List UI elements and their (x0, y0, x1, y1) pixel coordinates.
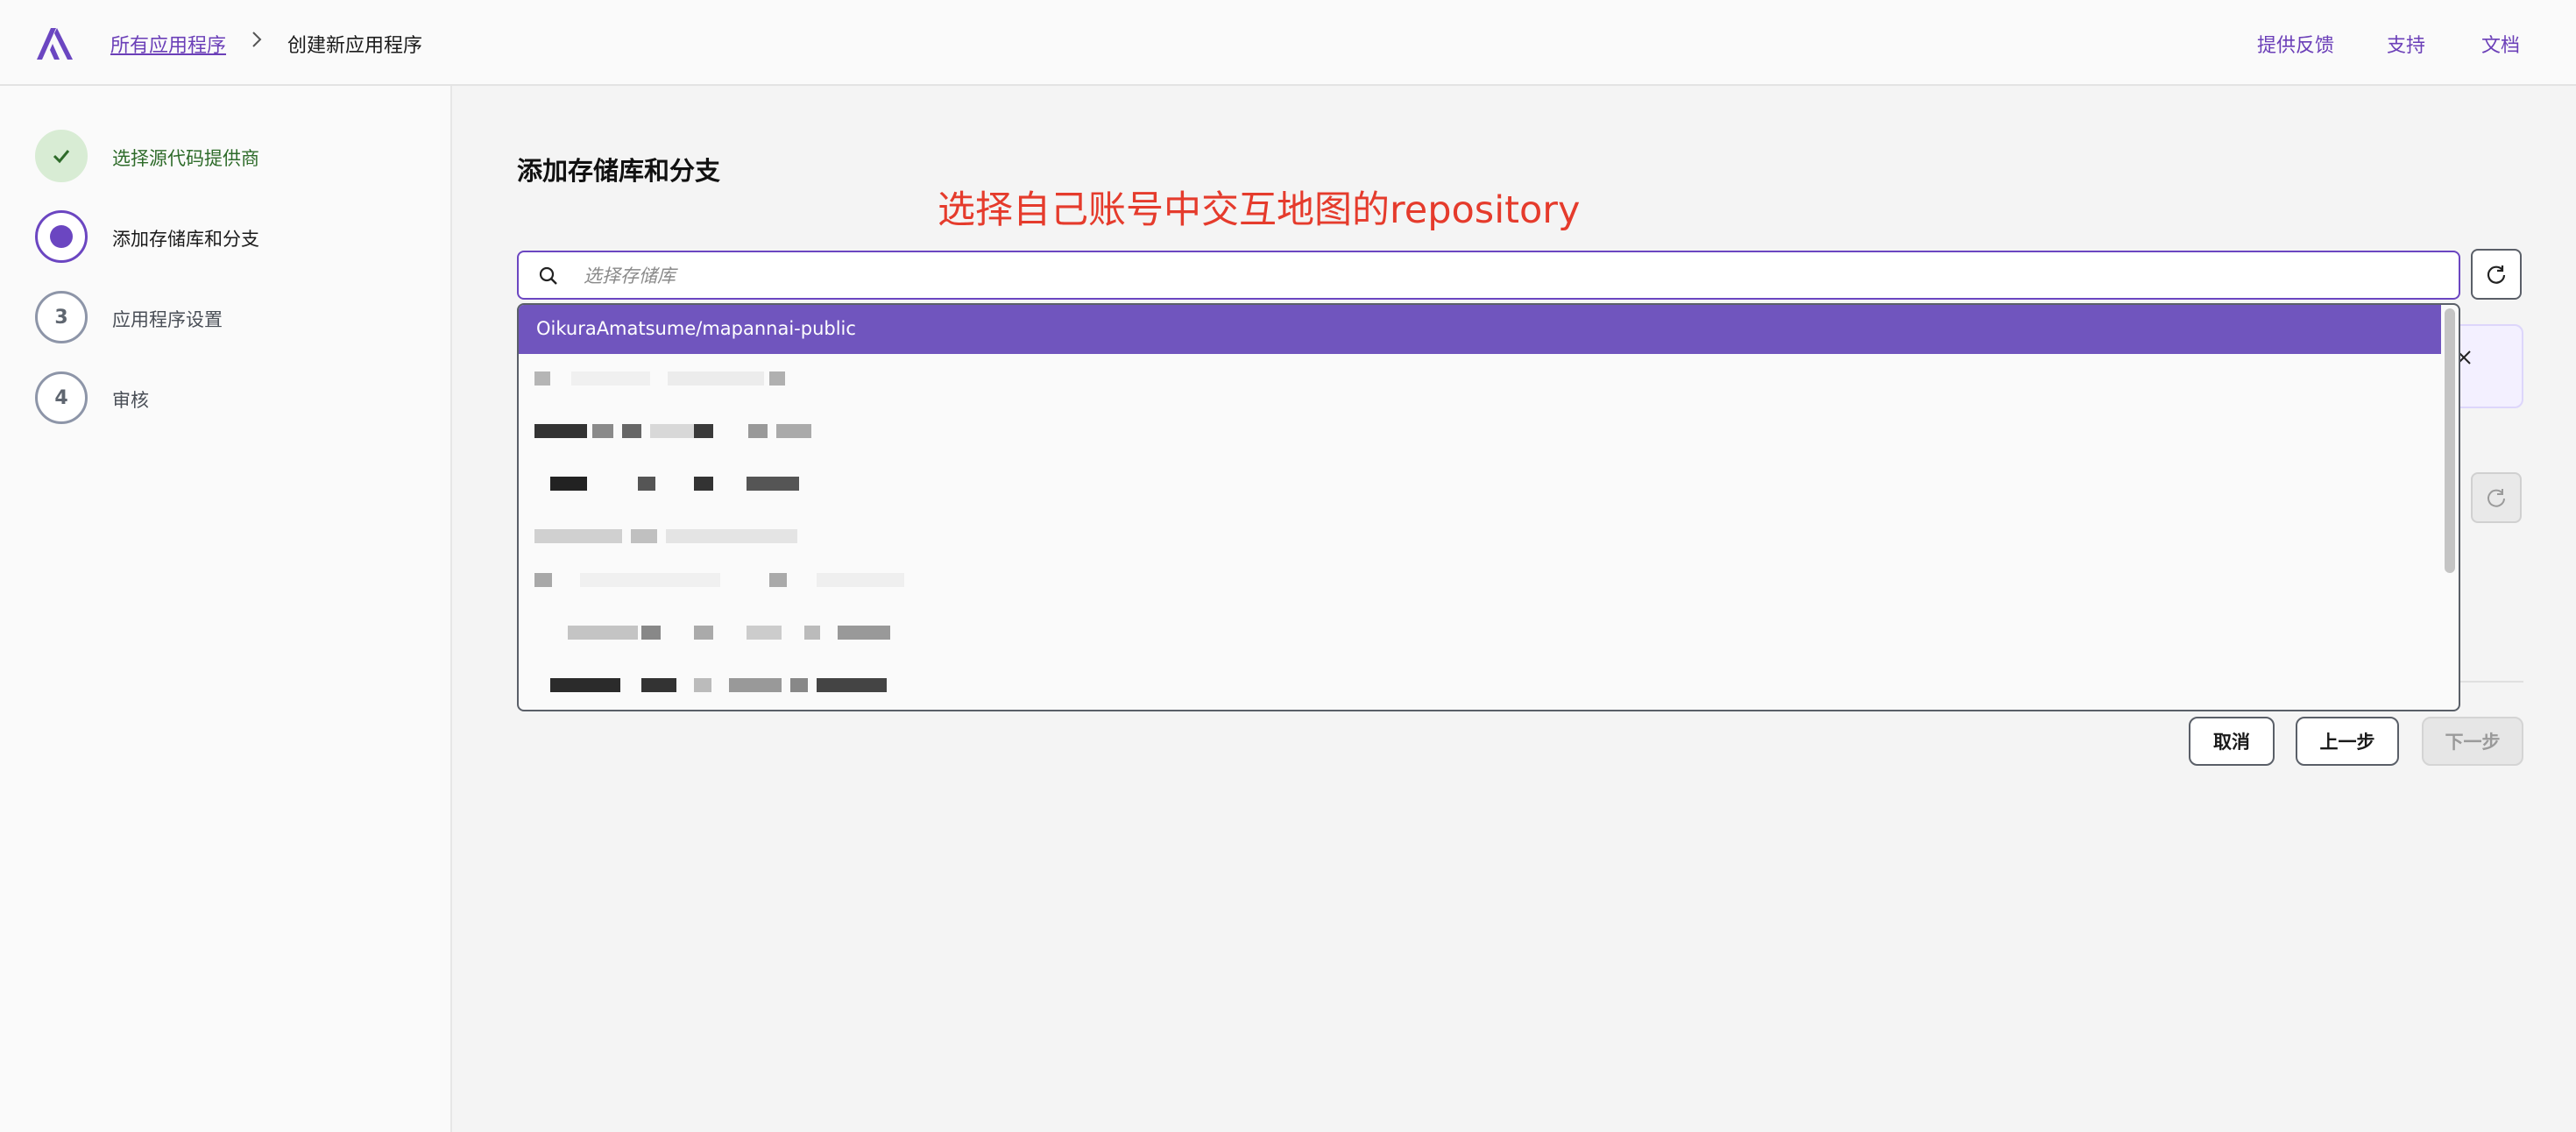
step-2-label: 添加存储库和分支 (112, 229, 259, 250)
step-review[interactable]: 4 审核 (35, 371, 403, 424)
repository-option-label: OikuraAmatsume/mapannai-public (536, 318, 856, 339)
page-title: 添加存储库和分支 (517, 156, 721, 186)
repository-option-selected[interactable]: OikuraAmatsume/mapannai-public (519, 305, 2441, 354)
refresh-icon (2487, 265, 2506, 284)
top-navigation-bar: 所有应用程序 创建新应用程序 提供反馈 支持 文档 (0, 0, 2576, 86)
breadcrumb-current: 创建新应用程序 (287, 35, 423, 57)
repository-option-redacted[interactable] (519, 664, 2441, 710)
step-4-label: 审核 (112, 390, 149, 411)
step-2-indicator (35, 210, 88, 263)
repository-refresh-button[interactable] (2471, 249, 2522, 300)
refresh-icon (2488, 489, 2505, 507)
repository-option-redacted[interactable] (519, 559, 2441, 608)
step-3-label: 应用程序设置 (112, 309, 223, 330)
repository-search-input[interactable] (582, 259, 2439, 293)
wizard-stepper: 选择源代码提供商 添加存储库和分支 3 应用程序设置 4 审核 (0, 86, 452, 1132)
check-icon (53, 150, 70, 164)
repository-search-field[interactable] (517, 251, 2460, 300)
search-icon (539, 266, 557, 285)
repository-option-redacted[interactable] (519, 463, 2441, 512)
active-dot-icon (50, 225, 73, 248)
next-button[interactable]: 下一步 (2422, 717, 2523, 766)
branch-refresh-button[interactable] (2471, 472, 2522, 523)
repository-option-redacted[interactable] (519, 515, 2441, 564)
step-1-indicator (35, 130, 88, 182)
docs-link[interactable]: 文档 (2481, 30, 2520, 58)
step-1-label: 选择源代码提供商 (112, 148, 259, 169)
repository-option-redacted[interactable] (519, 410, 2441, 459)
cancel-button[interactable]: 取消 (2189, 717, 2275, 766)
chevron-right-icon (252, 32, 262, 47)
repository-option-redacted[interactable] (519, 357, 2441, 407)
step-3-indicator: 3 (35, 291, 88, 343)
annotation-text: 选择自己账号中交互地图的repository (938, 188, 1581, 232)
repository-option-redacted[interactable] (519, 612, 2441, 661)
previous-button[interactable]: 上一步 (2296, 717, 2399, 766)
feedback-link[interactable]: 提供反馈 (2257, 30, 2334, 58)
repository-dropdown-list[interactable]: OikuraAmatsume/mapannai-public (517, 303, 2460, 711)
dropdown-scrollbar[interactable] (2445, 308, 2455, 573)
amplify-logo-icon[interactable] (33, 25, 75, 61)
breadcrumb-all-apps-link[interactable]: 所有应用程序 (110, 30, 226, 58)
step-app-settings[interactable]: 3 应用程序设置 (35, 291, 403, 343)
step-source-provider[interactable]: 选择源代码提供商 (35, 130, 403, 182)
section-divider (2460, 681, 2523, 683)
step-4-indicator: 4 (35, 371, 88, 424)
step-repo-branch[interactable]: 添加存储库和分支 (35, 210, 403, 263)
support-link[interactable]: 支持 (2387, 30, 2425, 58)
